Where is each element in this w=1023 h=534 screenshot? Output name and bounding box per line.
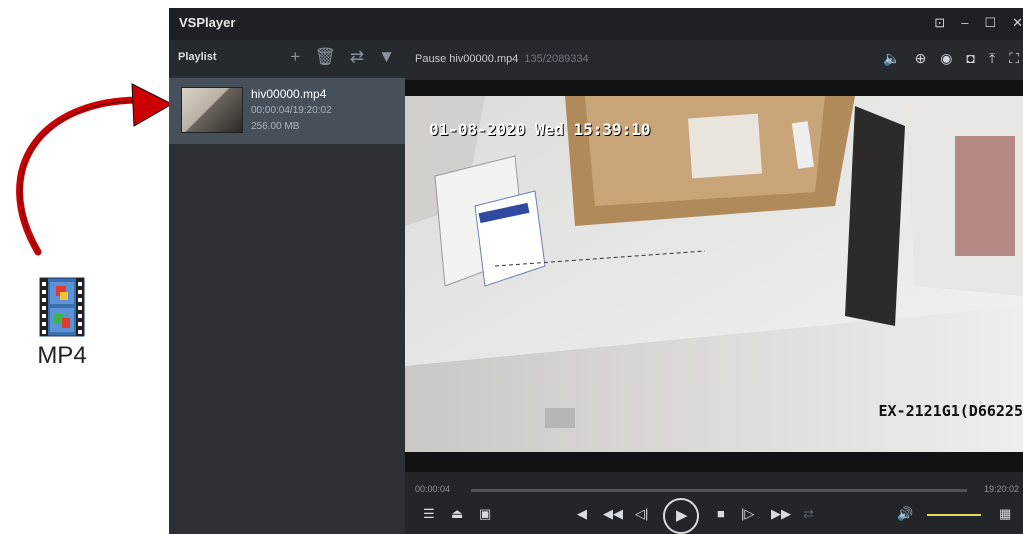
delete-icon[interactable]: 🗑 — [314, 47, 336, 67]
playback-controls: 00:00:04 19:20:02 ☰ ⏏ ▣ ◀ ◀◀ ◁| ▶ ■ |▷ ▶… — [405, 472, 1023, 534]
add-icon[interactable]: + — [290, 47, 300, 67]
toolbox-icon[interactable]: ▣ — [479, 504, 491, 524]
playlist-item[interactable]: hiv00000.mp4 00:00:04/19:20:02 256.00 MB — [169, 78, 405, 144]
play-icon: ▶ — [676, 507, 688, 524]
osd-datetime: 01-08-2020 Wed 15:39:10 — [429, 120, 651, 139]
repeat-icon[interactable]: ⇄ — [350, 47, 364, 67]
snapshot-icon[interactable]: ◉ — [940, 50, 952, 67]
playlist-header: Playlist + 🗑 ⇄ ▼ — [169, 40, 405, 76]
title-bar: VSPlayer ⊡ – ☐ ✕ — [169, 8, 1023, 40]
window-controls: ⊡ – ☐ ✕ — [934, 15, 1023, 31]
open-file-icon[interactable]: ⏏ — [451, 504, 463, 524]
filter-icon[interactable]: ▼ — [378, 47, 395, 67]
mp4-file[interactable]: MP4 — [22, 276, 102, 370]
video-toolbar: 🔈 ⊕ ◉ ◘ ⤒ ⛶ — [883, 50, 1019, 67]
file-label: MP4 — [37, 342, 87, 369]
step-forward-icon[interactable]: |▷ — [741, 504, 754, 524]
video-frame — [405, 96, 1023, 452]
progress-bar[interactable] — [471, 489, 967, 492]
total-time: 19:20:02 — [983, 484, 1019, 494]
playlist-tools: + 🗑 ⇄ ▼ — [290, 47, 395, 67]
minimize-icon[interactable]: – — [961, 15, 968, 31]
control-row: ☰ ⏏ ▣ ◀ ◀◀ ◁| ▶ ■ |▷ ▶▶ ⇄ 🔊 ▦ — [405, 498, 1023, 534]
video-thumbnail — [181, 87, 243, 133]
status-bar: Pause hiv00000.mp4 135/2089334 🔈 ⊕ ◉ ◘ ⤒… — [405, 40, 1023, 80]
playlist-toggle-icon[interactable]: ☰ — [423, 504, 435, 524]
volume-slider[interactable] — [927, 514, 981, 516]
playlist-title: Playlist — [178, 51, 217, 63]
mini-mode-icon[interactable]: ⊡ — [934, 15, 945, 31]
close-icon[interactable]: ✕ — [1012, 15, 1023, 31]
audio-icon[interactable]: 🔈 — [883, 50, 900, 67]
current-time: 00:00:04 — [415, 484, 451, 494]
playlist-item-size: 256.00 MB — [251, 121, 300, 132]
play-button[interactable]: ▶ — [663, 498, 699, 534]
playback-status: Pause hiv00000.mp4 135/2089334 — [415, 53, 589, 65]
video-area[interactable]: 01-08-2020 Wed 15:39:10 EX-2121G1(D66225 — [405, 80, 1023, 472]
slow-icon[interactable]: ◀◀ — [603, 504, 623, 524]
stop-icon[interactable]: ■ — [717, 504, 725, 524]
zoom-icon[interactable]: ⊕ — [915, 50, 927, 67]
playlist-item-name: hiv00000.mp4 — [251, 87, 327, 101]
step-back-icon[interactable]: ◁| — [635, 504, 648, 524]
pin-on-top-icon[interactable]: ⤒ — [989, 50, 995, 67]
mp4-file-icon — [34, 276, 90, 338]
osd-camera-name: EX-2121G1(D66225 — [878, 402, 1023, 420]
maximize-icon[interactable]: ☐ — [984, 15, 996, 31]
layout-grid-icon[interactable]: ▦ — [999, 504, 1011, 524]
playlist-panel: Playlist + 🗑 ⇄ ▼ hiv00000.mp4 00:00:04/1… — [169, 40, 405, 534]
fullscreen-icon[interactable]: ⛶ — [1009, 50, 1019, 67]
app-title: VSPlayer — [179, 15, 236, 30]
sync-icon[interactable]: ⇄ — [803, 504, 814, 524]
stop-previous-icon[interactable]: ◀ — [577, 504, 587, 524]
status-text: Pause hiv00000.mp4 — [415, 53, 519, 65]
multi-snapshot-icon[interactable]: ◘ — [967, 50, 975, 67]
fast-icon[interactable]: ▶▶ — [771, 504, 791, 524]
playlist-item-time: 00:00:04/19:20:02 — [251, 105, 332, 116]
frame-counter: 135/2089334 — [524, 53, 589, 65]
vsplayer-window: VSPlayer ⊡ – ☐ ✕ Playlist + 🗑 ⇄ ▼ hiv000… — [169, 8, 1023, 534]
volume-icon[interactable]: 🔊 — [897, 504, 913, 524]
